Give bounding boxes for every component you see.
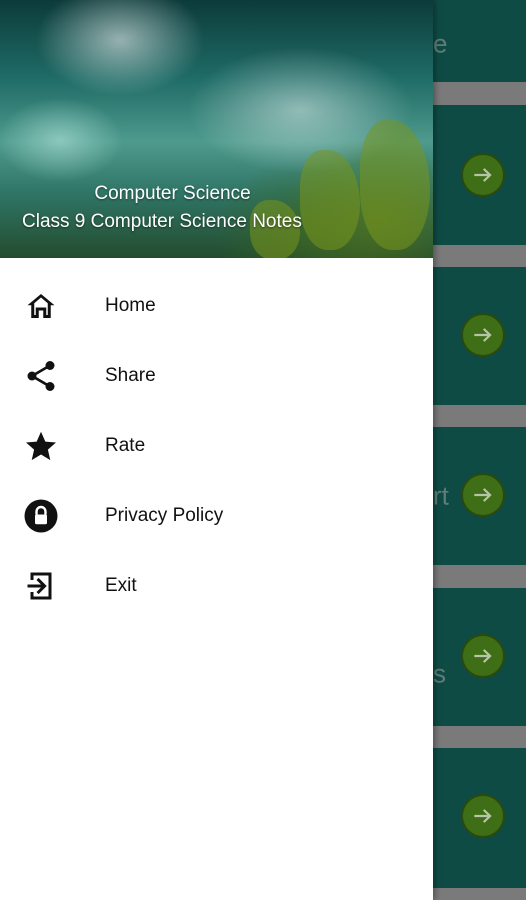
navigation-drawer: Computer Science Class 9 Computer Scienc… (0, 0, 433, 900)
background-card[interactable] (433, 748, 526, 888)
background-card[interactable] (433, 105, 526, 245)
menu-item-label: Share (105, 365, 156, 386)
header-image-decor (360, 120, 430, 250)
drawer-header: Computer Science Class 9 Computer Scienc… (0, 0, 433, 258)
home-icon (22, 287, 60, 325)
arrow-right-button[interactable] (461, 313, 505, 357)
menu-item-label: Rate (105, 435, 146, 456)
menu-item-exit[interactable]: Exit (0, 551, 433, 621)
menu-item-label: Exit (105, 575, 137, 596)
menu-item-label: Privacy Policy (105, 505, 224, 526)
menu-item-label: Home (105, 295, 156, 316)
background-card[interactable] (433, 267, 526, 405)
card-partial-text: s (433, 658, 446, 689)
arrow-right-icon (474, 328, 492, 342)
arrow-right-icon (474, 809, 492, 823)
card-partial-text: e (433, 28, 448, 59)
menu-item-rate[interactable]: Rate (0, 411, 433, 481)
star-icon (22, 427, 60, 465)
arrow-right-icon (474, 649, 492, 663)
share-icon (22, 357, 60, 395)
arrow-right-button[interactable] (461, 153, 505, 197)
arrow-right-button[interactable] (461, 473, 505, 517)
card-partial-text: rt (433, 480, 449, 511)
background-card[interactable]: e (433, 0, 526, 82)
drawer-header-subtitle: Class 9 Computer Science Notes (22, 211, 302, 232)
menu-item-privacy-policy[interactable]: Privacy Policy (0, 481, 433, 551)
menu-item-home[interactable]: Home (0, 271, 433, 341)
background-card[interactable]: s (433, 588, 526, 726)
arrow-right-button[interactable] (461, 794, 505, 838)
arrow-right-icon (474, 488, 492, 502)
arrow-right-button[interactable] (461, 634, 505, 678)
drawer-menu: Home Share Rate Privacy Policy Exit (0, 271, 433, 621)
drawer-header-title: Computer Science (94, 183, 251, 204)
background-card[interactable]: rt (433, 427, 526, 565)
exit-icon (22, 567, 60, 605)
menu-item-share[interactable]: Share (0, 341, 433, 411)
lock-icon (22, 497, 60, 535)
arrow-right-icon (474, 168, 492, 182)
